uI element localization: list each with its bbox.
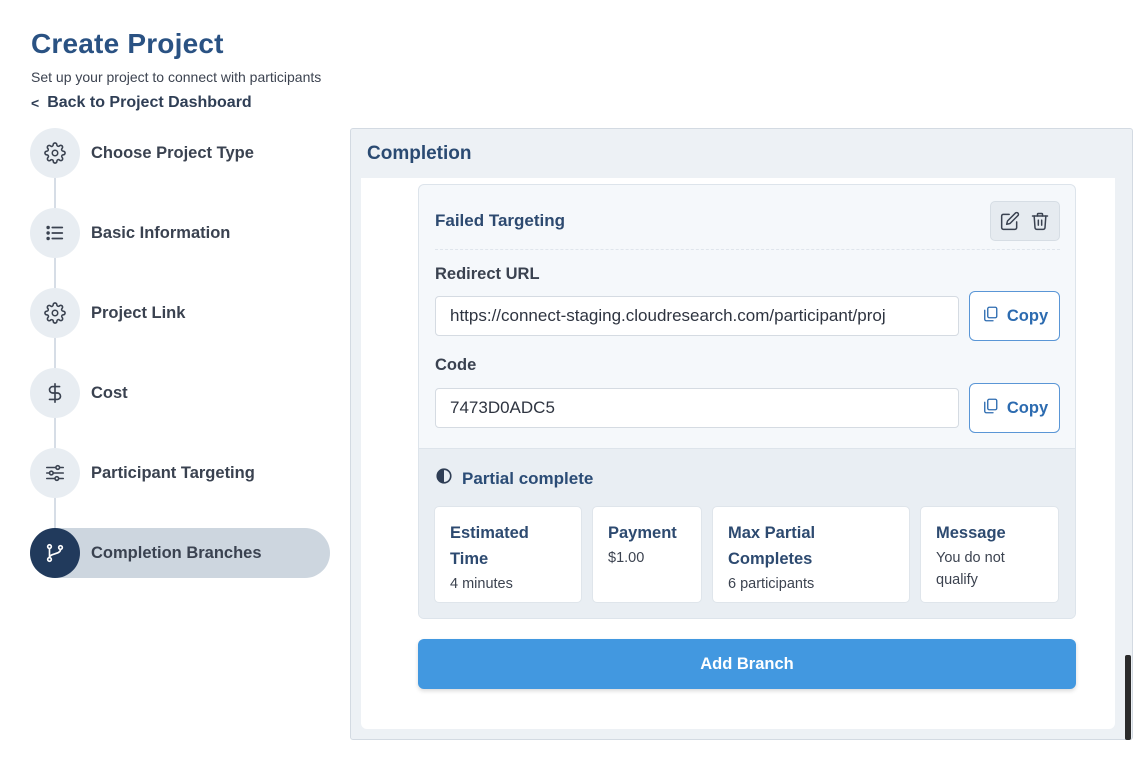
back-link-label: Back to Project Dashboard [47,94,252,111]
info-title: Max Partial Completes [728,524,816,568]
gear-icon [30,128,80,178]
info-value: $1.00 [608,550,645,566]
info-title: Message [936,524,1006,542]
scrollbar[interactable] [1125,655,1131,740]
branch-card: Failed Targeting Redirect URL https://co… [418,184,1076,619]
branch-actions [990,201,1060,241]
partial-complete-header: Partial complete [435,467,593,490]
page-title: Create Project [31,28,224,59]
step-project-link[interactable]: Project Link [30,288,330,338]
step-cost[interactable]: Cost [30,368,330,418]
step-label: Participant Targeting [91,463,255,482]
copy-redirect-url-button[interactable]: Copy [969,291,1060,341]
chevron-left-icon: < [31,95,40,111]
branch-icon [30,528,80,578]
list-icon [30,208,80,258]
copy-label: Copy [1006,306,1049,325]
copy-icon [981,397,999,420]
sliders-icon [30,448,80,498]
info-title: Payment [608,524,677,542]
step-completion-branches[interactable]: Completion Branches [30,528,330,578]
copy-label: Copy [1006,398,1049,417]
step-label: Choose Project Type [91,143,254,162]
copy-code-button[interactable]: Copy [969,383,1060,433]
half-circle-icon [435,467,453,490]
edit-icon[interactable] [1000,211,1020,231]
info-value: You do not qualify [936,550,1005,588]
step-label: Basic Information [91,223,231,242]
partial-complete-title: Partial complete [462,468,594,488]
step-basic-information[interactable]: Basic Information [30,208,330,258]
completion-panel: Completion Failed Targeting Redirect URL… [350,128,1133,740]
gear-icon [30,288,80,338]
redirect-url-field[interactable]: https://connect-staging.cloudresearch.co… [435,296,959,336]
step-participant-targeting[interactable]: Participant Targeting [30,448,330,498]
info-title: Estimated Time [450,524,529,568]
back-to-dashboard-link[interactable]: < Back to Project Dashboard [31,94,252,112]
redirect-url-label: Redirect URL [435,265,540,283]
message-box: Message You do not qualify [920,506,1059,603]
info-value: 6 participants [728,576,815,592]
page-subtitle: Set up your project to connect with part… [31,69,322,85]
panel-content: Failed Targeting Redirect URL https://co… [361,178,1115,729]
estimated-time-box: Estimated Time 4 minutes [434,506,582,603]
step-choose-project-type[interactable]: Choose Project Type [30,128,330,178]
step-label: Completion Branches [91,543,262,562]
step-label: Cost [91,383,128,402]
max-partial-completes-box: Max Partial Completes 6 participants [712,506,910,603]
code-label: Code [435,356,477,374]
trash-icon[interactable] [1030,211,1050,231]
info-value: 4 minutes [450,576,513,592]
dollar-icon [30,368,80,418]
card-divider [435,249,1060,250]
add-branch-button[interactable]: Add Branch [418,639,1076,689]
payment-box: Payment $1.00 [592,506,702,603]
code-field[interactable]: 7473D0ADC5 [435,388,959,428]
step-label: Project Link [91,303,186,322]
partial-complete-section: Partial complete Estimated Time 4 minute… [419,448,1075,618]
panel-title: Completion [367,143,472,164]
copy-icon [981,305,999,328]
branch-title: Failed Targeting [435,211,566,230]
